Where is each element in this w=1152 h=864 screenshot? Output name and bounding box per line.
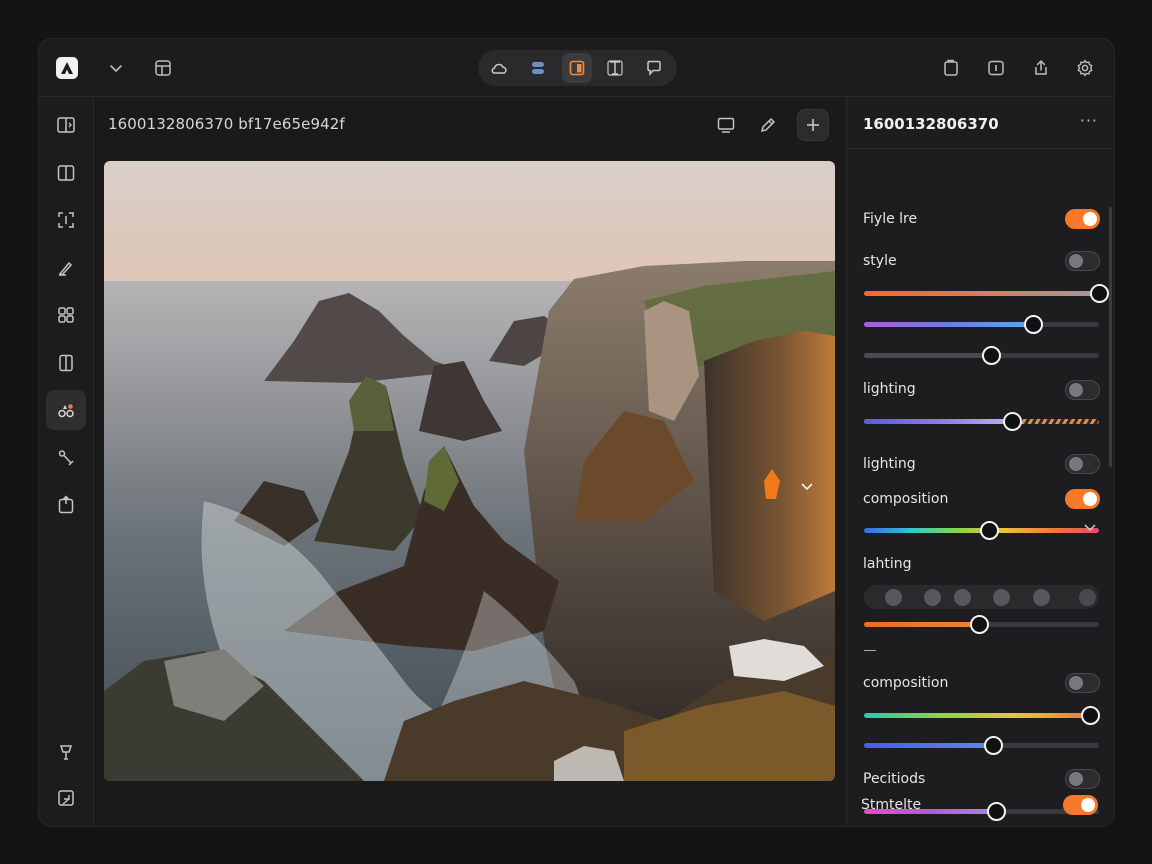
brush-icon[interactable]: [46, 248, 86, 288]
page-icon[interactable]: [936, 53, 966, 83]
preset-dot[interactable]: [993, 589, 1010, 606]
cloud-icon[interactable]: [484, 53, 514, 83]
toggle-switch[interactable]: [1063, 795, 1098, 815]
toggle-switch[interactable]: [1065, 454, 1100, 474]
properties-panel: 1600132806370 ··· Fiyle lre style lighti…: [846, 97, 1114, 826]
toggle-switch[interactable]: [1065, 769, 1100, 789]
chevron-down-icon[interactable]: [800, 479, 814, 493]
slider[interactable]: [864, 706, 1100, 725]
info-icon[interactable]: [981, 53, 1011, 83]
preset-dot[interactable]: [1033, 589, 1050, 606]
slider[interactable]: [864, 412, 1099, 431]
row-label: lighting: [863, 456, 916, 472]
divider: [864, 650, 876, 651]
top-bar: [39, 39, 1114, 97]
compare-icon[interactable]: [46, 105, 86, 145]
layers-icon[interactable]: [523, 53, 553, 83]
row-label: lahting: [863, 556, 912, 572]
frame-icon[interactable]: [562, 53, 592, 83]
settings-icon[interactable]: [1070, 53, 1100, 83]
shapes-icon[interactable]: [46, 390, 86, 430]
canvas-area: 1600132806370 bf17e65e942f: [94, 97, 846, 826]
row-label: Pecitiods: [863, 771, 926, 787]
preset-dot[interactable]: [885, 589, 902, 606]
row-label: composition: [863, 675, 949, 691]
tool-switcher: [478, 50, 677, 86]
device-preview-icon[interactable]: [710, 109, 742, 141]
toggle-switch[interactable]: [1065, 209, 1100, 229]
layout-icon[interactable]: [148, 53, 178, 83]
toggle-switch[interactable]: [1065, 489, 1100, 509]
app-window: 1600132806370 bf17e65e942f 1600132806370…: [38, 38, 1115, 827]
slider[interactable]: [864, 615, 1099, 634]
export-icon[interactable]: [46, 485, 86, 525]
panel-title: 1600132806370: [863, 115, 999, 133]
panel-header: 1600132806370 ···: [847, 97, 1114, 149]
landscape-image[interactable]: [104, 161, 835, 781]
pen-tool-icon[interactable]: [46, 438, 86, 478]
app-logo-icon[interactable]: [56, 57, 78, 79]
toggle-switch[interactable]: [1065, 380, 1100, 400]
row-label: lighting: [863, 381, 916, 397]
left-toolbar: [39, 97, 94, 826]
preset-dot[interactable]: [1079, 589, 1096, 606]
feedback-icon[interactable]: [46, 778, 86, 818]
slider[interactable]: [864, 346, 1099, 365]
text-icon[interactable]: [600, 53, 630, 83]
document-title: 1600132806370 bf17e65e942f: [108, 115, 345, 133]
split-icon[interactable]: [46, 153, 86, 193]
components-icon[interactable]: [46, 295, 86, 335]
more-options-icon[interactable]: ···: [1080, 111, 1098, 130]
toggle-switch[interactable]: [1065, 251, 1100, 271]
share-icon[interactable]: [1026, 53, 1056, 83]
comment-icon[interactable]: [639, 53, 669, 83]
slider[interactable]: [864, 736, 1099, 755]
crop-icon[interactable]: [46, 200, 86, 240]
row-label: composition: [863, 491, 949, 507]
edit-icon[interactable]: [752, 109, 784, 141]
chevron-down-icon[interactable]: [1083, 520, 1097, 534]
panel-scrollbar[interactable]: [1109, 207, 1112, 467]
preset-dots: [864, 585, 1099, 609]
preset-dot[interactable]: [954, 589, 971, 606]
row-label: Stmtelte: [861, 797, 922, 813]
columns-icon[interactable]: [46, 343, 86, 383]
slider[interactable]: [864, 521, 1099, 540]
toggle-switch[interactable]: [1065, 673, 1100, 693]
row-label: Fiyle lre: [863, 211, 918, 227]
preset-dot[interactable]: [924, 589, 941, 606]
paint-icon[interactable]: [46, 732, 86, 772]
add-icon[interactable]: [797, 109, 829, 141]
chevron-down-icon[interactable]: [101, 53, 131, 83]
row-label: style: [863, 253, 897, 269]
slider[interactable]: [864, 284, 1109, 303]
slider[interactable]: [864, 315, 1099, 334]
